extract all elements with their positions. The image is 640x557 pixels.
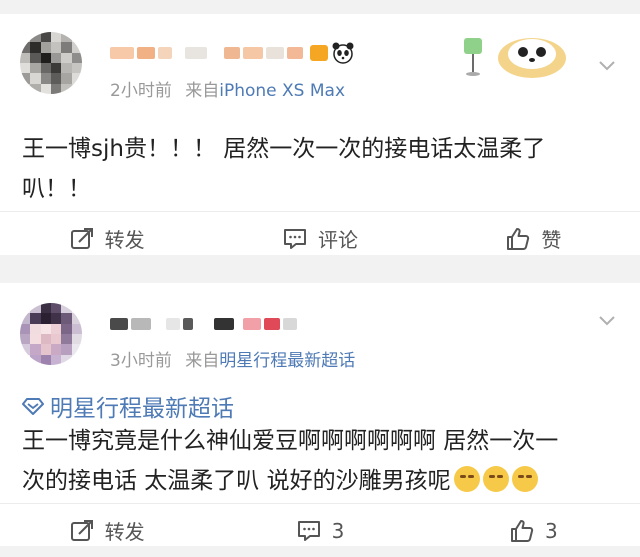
like-icon <box>510 519 534 542</box>
laugh-cry-emoji <box>511 466 538 492</box>
like-label: 赞 <box>541 228 562 252</box>
source-label[interactable]: 明星行程最新超话 <box>219 351 355 371</box>
post-card-2[interactable]: 3小时前 来自明星行程最新超话 明星行程最新超话 王一博究竟是什么神仙爱豆啊啊啊… <box>0 283 640 546</box>
post-text: 王一博sjh贵！！！ 居然一次一次的接电话太温柔了 叭！！ <box>22 129 618 209</box>
post-meta: 2小时前 来自iPhone XS Max <box>110 76 345 101</box>
supertopic-link[interactable]: 明星行程最新超话 <box>22 389 234 423</box>
comment-count: 3 <box>331 518 345 543</box>
comment-icon <box>297 520 320 541</box>
comment-button[interactable]: 3 <box>213 504 426 557</box>
like-button[interactable]: 3 <box>427 504 640 557</box>
action-bar: 转发 评论 赞 <box>0 211 640 265</box>
post-time: 3小时前 <box>110 351 172 371</box>
post-text: 王一博究竟是什么神仙爱豆啊啊啊啊啊啊 居然一次一 次的接电话 太温柔了叭 说好的… <box>22 421 618 501</box>
laugh-cry-emoji <box>482 466 509 492</box>
post-card-1[interactable]: 2小时前 来自iPhone XS Max 王一博sjh贵！！！ 居然一次一次的接… <box>0 14 640 255</box>
post-text-line: 叭！！ <box>22 176 91 202</box>
post-text-line: 次的接电话 太温柔了叭 说好的沙雕男孩呢 <box>22 468 451 494</box>
avatar[interactable] <box>20 32 82 94</box>
repost-icon <box>70 519 93 541</box>
post-time: 2小时前 <box>110 81 172 101</box>
source-prefix: 来自 <box>185 351 220 371</box>
source-label: iPhone XS Max <box>219 81 346 101</box>
avatar[interactable] <box>20 303 82 365</box>
chevron-down-icon[interactable] <box>596 309 618 331</box>
chevron-down-icon[interactable] <box>596 54 618 76</box>
username-blurred[interactable] <box>110 40 355 66</box>
repost-icon <box>70 227 93 249</box>
comment-button[interactable]: 评论 <box>213 212 426 265</box>
post-text-line: 王一博究竟是什么神仙爱豆啊啊啊啊啊啊 居然一次一 <box>22 428 559 454</box>
panda-badge-icon <box>332 42 354 64</box>
post-meta: 3小时前 来自明星行程最新超话 <box>110 346 355 371</box>
like-button[interactable]: 赞 <box>427 212 640 265</box>
post-text-line-with-emoji: 次的接电话 太温柔了叭 说好的沙雕男孩呢 <box>22 461 618 501</box>
like-icon <box>507 227 530 250</box>
comment-label: 评论 <box>317 228 358 252</box>
vip-crown-icon <box>310 45 328 61</box>
repost-label: 转发 <box>104 228 145 252</box>
top-gap <box>0 0 640 14</box>
repost-button[interactable]: 转发 <box>0 504 213 557</box>
like-count: 3 <box>544 518 558 543</box>
supertopic-label: 明星行程最新超话 <box>50 396 234 422</box>
repost-button[interactable]: 转发 <box>0 212 213 265</box>
source-prefix: 来自 <box>185 81 220 101</box>
action-bar: 转发 3 3 <box>0 503 640 557</box>
post-text-line: 王一博sjh贵！！！ 居然一次一次的接电话太温柔了 <box>22 136 546 162</box>
comment-icon <box>283 228 306 249</box>
username-blurred[interactable] <box>110 311 297 337</box>
repost-label: 转发 <box>104 520 145 544</box>
laugh-cry-emoji <box>453 466 480 492</box>
supertopic-icon <box>22 398 44 415</box>
card-decoration-image <box>464 38 566 78</box>
